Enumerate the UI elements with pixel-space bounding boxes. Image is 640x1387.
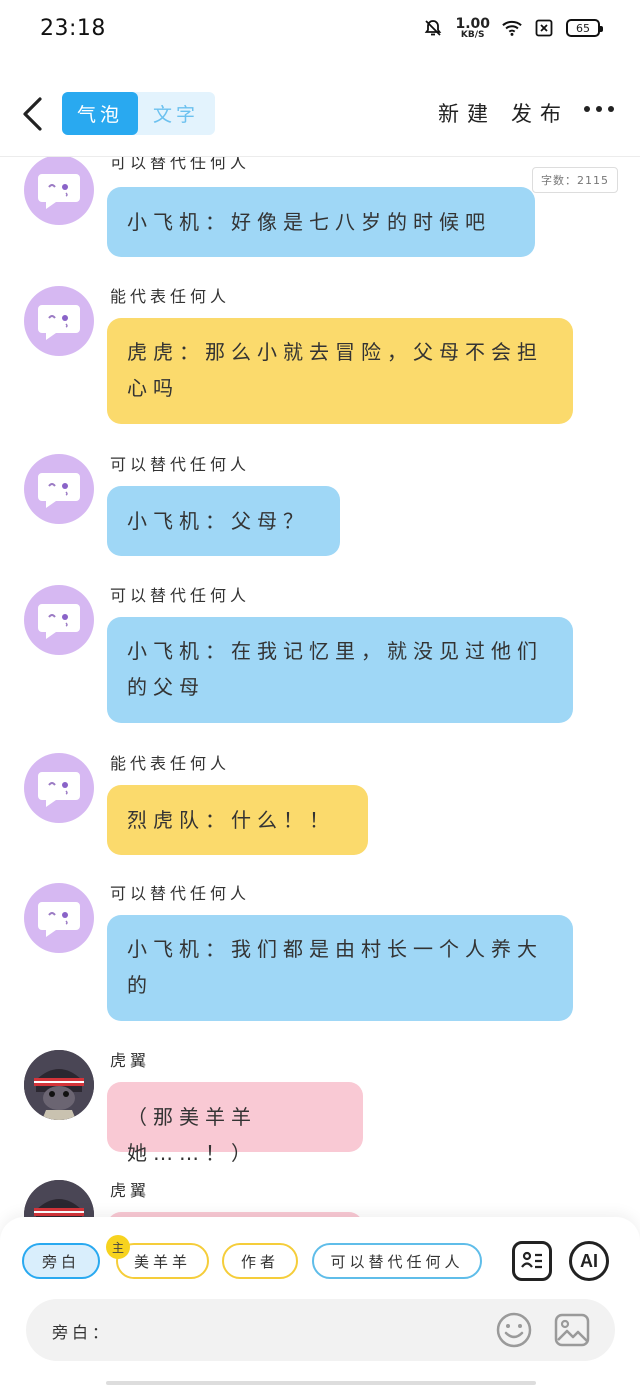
chevron-left-icon xyxy=(23,97,42,131)
chat-bubble-avatar[interactable] xyxy=(24,883,94,953)
chat-bubble-avatar[interactable] xyxy=(24,753,94,823)
character-avatar[interactable] xyxy=(24,1180,94,1217)
emoji-icon[interactable] xyxy=(495,1311,533,1349)
bell-off-icon xyxy=(423,18,443,38)
chat-bubble-avatar[interactable] xyxy=(24,585,94,655)
composer-panel: 旁白 美羊羊 主 作者 可以替代任何人 AI 旁白： xyxy=(0,1217,640,1387)
message-bubble[interactable]: 小飞机：好像是七八岁的时候吧 xyxy=(107,187,535,257)
character-avatar[interactable] xyxy=(24,1050,94,1120)
battery-icon: 65 xyxy=(566,19,603,37)
word-count-badge: 字数：2115 xyxy=(532,167,618,193)
status-time: 23:18 xyxy=(40,15,106,41)
mode-toggle: 气泡 文字 xyxy=(62,92,215,135)
back-button[interactable] xyxy=(20,96,46,132)
tab-text[interactable]: 文字 xyxy=(138,92,214,135)
speaker-name: 能代表任何人 xyxy=(110,754,231,773)
main-role-badge: 主 xyxy=(106,1235,130,1259)
message-bubble[interactable]: 烈虎队：什么！！ xyxy=(107,785,368,855)
sim-off-icon xyxy=(534,18,554,38)
speaker-name: 可以替代任何人 xyxy=(110,455,251,474)
speaker-name: 可以替代任何人 xyxy=(110,586,251,605)
status-bar: 23:18 1.00 KB/S 65 xyxy=(0,0,640,56)
chat-bubble-avatar[interactable] xyxy=(24,286,94,356)
speaker-name: 能代表任何人 xyxy=(110,287,231,306)
wifi-icon xyxy=(502,18,522,38)
speaker-name: 可以替代任何人 xyxy=(110,884,251,903)
ai-button[interactable]: AI xyxy=(569,1241,609,1281)
chat-bubble-avatar[interactable] xyxy=(24,157,94,225)
image-icon[interactable] xyxy=(553,1311,591,1349)
role-chip-author[interactable]: 作者 xyxy=(222,1243,298,1279)
chat-bubble-avatar[interactable] xyxy=(24,454,94,524)
editor-header: 气泡 文字 新建 发布 xyxy=(0,80,640,150)
speaker-name: 虎翼 xyxy=(110,1051,151,1070)
speaker-name: 可以替代任何人 xyxy=(110,157,251,172)
message-input[interactable]: 旁白： xyxy=(26,1299,615,1361)
net-speed-value: 1.00 xyxy=(455,15,490,32)
message-bubble[interactable]: 小飞机：在我记忆里，就没见过他们的父母 xyxy=(107,617,573,723)
input-role-label: 旁白： xyxy=(52,1323,113,1342)
tab-bubble[interactable]: 气泡 xyxy=(62,92,138,135)
net-speed: 1.00 KB/S xyxy=(455,17,490,40)
chat-area[interactable]: 可以替代任何人 小飞机：好像是七八岁的时候吧 字数：2115 能代表任何人 虎虎… xyxy=(0,157,640,1217)
role-chip-narration[interactable]: 旁白 xyxy=(22,1243,100,1279)
publish-button[interactable]: 发布 xyxy=(511,98,569,128)
role-chip-meiyangyang[interactable]: 美羊羊 xyxy=(116,1243,209,1279)
scroll-indicator xyxy=(106,1381,536,1385)
message-bubble[interactable]: 小飞机：父母？ xyxy=(107,486,340,556)
contact-card-icon[interactable] xyxy=(512,1241,552,1281)
message-bubble[interactable]: （那美羊羊她……！） xyxy=(107,1082,363,1165)
role-chip-anyone[interactable]: 可以替代任何人 xyxy=(312,1243,482,1279)
status-icons: 1.00 KB/S 65 xyxy=(423,17,603,40)
net-speed-unit: KB/S xyxy=(460,29,485,40)
more-dots-icon[interactable] xyxy=(584,106,614,112)
message-bubble[interactable]: 小飞机：我们都是由村长一个人养大的 xyxy=(107,915,573,1021)
new-button[interactable]: 新建 xyxy=(438,98,496,128)
message-bubble[interactable]: 虎虎：那么小就去冒险，父母不会担心吗 xyxy=(107,318,573,424)
speaker-name: 虎翼 xyxy=(110,1181,151,1200)
